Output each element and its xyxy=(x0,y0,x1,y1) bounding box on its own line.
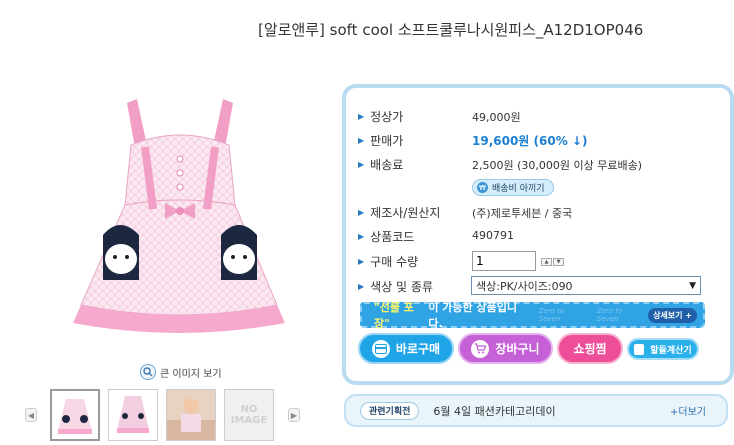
bullet-icon: ▶ xyxy=(358,208,365,217)
gift-watermark: Zero to Seven xyxy=(538,307,565,323)
option-label: 색상 및 종류 xyxy=(370,280,433,294)
add-to-cart-button[interactable]: 장바구니 xyxy=(458,333,553,364)
increment-button[interactable]: ▲ xyxy=(541,258,552,266)
option-select[interactable]: 색상:PK/사이즈:090 ▼ xyxy=(471,276,701,295)
wishlist-label: 쇼핑찜 xyxy=(573,342,607,356)
quantity-stepper[interactable]: ▲ ▼ xyxy=(541,258,564,266)
bullet-icon: ▶ xyxy=(358,257,365,266)
cart-label: 장바구니 xyxy=(495,342,540,356)
product-title: [알로앤루] soft cool 소프트쿨루나시원피스_A12D1OP046 xyxy=(258,21,644,39)
cart-icon xyxy=(471,339,490,358)
row-list-price: ▶ 정상가 xyxy=(358,108,403,125)
calculator-icon xyxy=(634,343,645,355)
gift-highlight: "선물 포장" xyxy=(374,301,414,330)
related-tag: 관련기획전 xyxy=(360,401,420,420)
sale-price-label: 판매가 xyxy=(370,134,404,148)
bullet-icon: ▶ xyxy=(358,282,365,291)
row-quantity: ▶ 구매 수량 xyxy=(358,253,418,270)
product-image[interactable] xyxy=(45,85,315,355)
buy-now-label: 바로구매 xyxy=(395,342,441,356)
quantity-label: 구매 수량 xyxy=(370,255,419,269)
option-selected: 색상:PK/사이즈:090 xyxy=(476,279,573,293)
thumbnail-1[interactable] xyxy=(50,389,100,441)
related-promotion-link[interactable]: 6월 4일 패션카테고리데이 xyxy=(433,403,555,419)
gift-text: 이 가능한 상품입니다. xyxy=(428,301,517,330)
chevron-right-icon[interactable]: ▶ xyxy=(288,408,300,422)
thumbnail-no-image[interactable]: NO IMAGE xyxy=(224,389,274,441)
gift-wrap-banner: "선물 포장" 이 가능한 상품입니다. Zero to Seven Zero … xyxy=(360,301,705,330)
won-icon: ₩ xyxy=(477,182,488,193)
gift-detail-button[interactable]: 상세보기 + xyxy=(648,308,697,323)
bullet-icon: ▶ xyxy=(358,160,365,169)
maker-label: 제조사/원산지 xyxy=(370,206,441,220)
maker-value: (주)제로투세븐 / 중국 xyxy=(472,207,573,220)
decrement-button[interactable]: ▼ xyxy=(553,258,564,266)
code-label: 상품코드 xyxy=(370,230,415,244)
buy-now-button[interactable]: 바로구매 xyxy=(358,333,454,364)
zoom-label: 큰 이미지 보기 xyxy=(160,368,222,380)
list-price-label: 정상가 xyxy=(370,110,404,124)
zoom-link[interactable]: 큰 이미지 보기 xyxy=(140,364,222,380)
row-option: ▶ 색상 및 종류 xyxy=(358,278,433,295)
magnifier-icon xyxy=(140,364,156,380)
shipping-saving-label: 배송비 아끼기 xyxy=(492,184,545,194)
row-sale-price: ▶ 판매가 xyxy=(358,132,403,149)
gift-watermark: Zero to Seven xyxy=(596,307,623,323)
calculator-label: 할들계산기 xyxy=(650,345,692,356)
related-promotion-bar: 관련기획전 6월 4일 패션카테고리데이 +더보기 xyxy=(344,394,728,427)
discount-calculator-button[interactable]: 할들계산기 xyxy=(627,338,699,360)
wishlist-button[interactable]: 쇼핑찜 xyxy=(557,333,623,364)
bullet-icon: ▶ xyxy=(358,112,365,121)
chevron-left-icon[interactable]: ◀ xyxy=(25,408,37,422)
shipping-fee: 2,500원 (30,000원 이상 무료배송) xyxy=(472,159,643,172)
shipping-saving-button[interactable]: ₩ 배송비 아끼기 xyxy=(472,179,554,196)
thumbnail-2[interactable] xyxy=(108,389,158,441)
dropdown-arrow-icon: ▼ xyxy=(689,280,696,291)
bullet-icon: ▶ xyxy=(358,232,365,241)
card-icon xyxy=(371,339,390,358)
row-shipping: ▶ 배송료 xyxy=(358,156,403,173)
thumbnail-3[interactable] xyxy=(166,389,216,441)
sale-price: 19,600원 (60% ↓) xyxy=(472,134,588,148)
quantity-input[interactable] xyxy=(472,251,536,271)
more-link[interactable]: +더보기 xyxy=(670,403,706,418)
shipping-label: 배송료 xyxy=(370,158,404,172)
row-maker: ▶ 제조사/원산지 xyxy=(358,204,440,221)
bullet-icon: ▶ xyxy=(358,136,365,145)
row-code: ▶ 상품코드 xyxy=(358,228,414,245)
dress-illustration xyxy=(73,99,285,333)
list-price: 49,000원 xyxy=(472,111,521,124)
product-code: 490791 xyxy=(472,229,514,242)
